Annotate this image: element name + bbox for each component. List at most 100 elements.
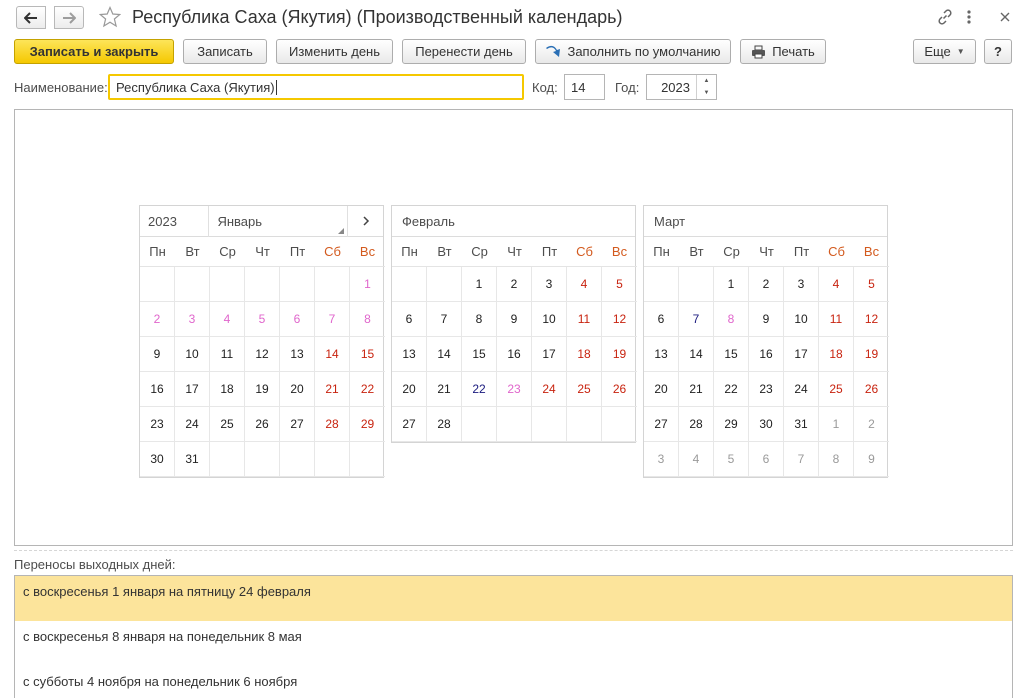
day-cell[interactable]: 30 — [749, 407, 784, 442]
year-selector[interactable]: 2023 — [140, 205, 210, 237]
day-cell[interactable]: 22 — [350, 372, 385, 407]
transfer-item[interactable]: с воскресенья 1 января на пятницу 24 фев… — [15, 576, 1012, 621]
star-icon[interactable] — [99, 6, 121, 28]
day-cell[interactable]: 19 — [602, 337, 637, 372]
day-cell[interactable]: 24 — [175, 407, 210, 442]
fill-default-button[interactable]: Заполнить по умолчанию — [535, 39, 731, 64]
day-cell[interactable]: 7 — [315, 302, 350, 337]
day-cell[interactable]: 15 — [350, 337, 385, 372]
transfer-item[interactable]: с субботы 4 ноября на понедельник 6 нояб… — [15, 666, 1012, 698]
day-cell[interactable]: 5 — [714, 442, 749, 477]
day-cell[interactable]: 18 — [210, 372, 245, 407]
month-selector[interactable]: Январь — [209, 205, 349, 237]
day-cell[interactable]: 8 — [462, 302, 497, 337]
day-cell[interactable]: 2 — [497, 267, 532, 302]
day-cell[interactable]: 24 — [784, 372, 819, 407]
day-cell[interactable]: 12 — [602, 302, 637, 337]
day-cell[interactable]: 14 — [427, 337, 462, 372]
link-icon[interactable] — [936, 8, 954, 26]
day-cell[interactable]: 22 — [714, 372, 749, 407]
day-cell[interactable]: 10 — [175, 337, 210, 372]
day-cell[interactable]: 24 — [532, 372, 567, 407]
day-cell[interactable]: 4 — [567, 267, 602, 302]
day-cell[interactable]: 28 — [679, 407, 714, 442]
day-cell[interactable]: 26 — [245, 407, 280, 442]
move-day-button[interactable]: Перенести день — [402, 39, 526, 64]
day-cell[interactable]: 25 — [210, 407, 245, 442]
day-cell[interactable]: 30 — [140, 442, 175, 477]
day-cell[interactable]: 2 — [854, 407, 889, 442]
day-cell[interactable]: 8 — [819, 442, 854, 477]
day-cell[interactable]: 16 — [749, 337, 784, 372]
day-cell[interactable]: 12 — [245, 337, 280, 372]
day-cell[interactable]: 15 — [714, 337, 749, 372]
change-day-button[interactable]: Изменить день — [276, 39, 393, 64]
day-cell[interactable]: 1 — [350, 267, 385, 302]
spin-down-icon[interactable]: ▼ — [704, 90, 710, 96]
next-month-button[interactable] — [348, 206, 383, 237]
day-cell[interactable]: 23 — [497, 372, 532, 407]
day-cell[interactable]: 6 — [749, 442, 784, 477]
day-cell[interactable]: 9 — [749, 302, 784, 337]
close-icon[interactable] — [996, 8, 1014, 26]
day-cell[interactable]: 20 — [644, 372, 679, 407]
name-field[interactable]: Республика Саха (Якутия) — [108, 74, 524, 100]
day-cell[interactable]: 7 — [679, 302, 714, 337]
day-cell[interactable]: 7 — [427, 302, 462, 337]
day-cell[interactable]: 14 — [679, 337, 714, 372]
day-cell[interactable]: 16 — [497, 337, 532, 372]
more-button[interactable]: Еще ▼ — [913, 39, 976, 64]
day-cell[interactable]: 3 — [175, 302, 210, 337]
back-button[interactable] — [16, 6, 46, 29]
day-cell[interactable]: 10 — [532, 302, 567, 337]
day-cell[interactable]: 27 — [280, 407, 315, 442]
day-cell[interactable]: 13 — [392, 337, 427, 372]
day-cell[interactable]: 31 — [784, 407, 819, 442]
day-cell[interactable]: 3 — [532, 267, 567, 302]
day-cell[interactable]: 23 — [749, 372, 784, 407]
day-cell[interactable]: 6 — [644, 302, 679, 337]
day-cell[interactable]: 9 — [140, 337, 175, 372]
day-cell[interactable]: 26 — [854, 372, 889, 407]
day-cell[interactable]: 28 — [315, 407, 350, 442]
day-cell[interactable]: 20 — [392, 372, 427, 407]
day-cell[interactable]: 9 — [497, 302, 532, 337]
day-cell[interactable]: 25 — [567, 372, 602, 407]
day-cell[interactable]: 17 — [532, 337, 567, 372]
day-cell[interactable]: 11 — [819, 302, 854, 337]
day-cell[interactable]: 29 — [350, 407, 385, 442]
day-cell[interactable]: 14 — [315, 337, 350, 372]
day-cell[interactable]: 21 — [427, 372, 462, 407]
year-field[interactable]: 2023 ▲ ▼ — [646, 74, 717, 100]
day-cell[interactable]: 11 — [567, 302, 602, 337]
day-cell[interactable]: 9 — [854, 442, 889, 477]
code-field[interactable]: 14 — [564, 74, 605, 100]
day-cell[interactable]: 1 — [714, 267, 749, 302]
transfer-item[interactable]: с воскресенья 8 января на понедельник 8 … — [15, 621, 1012, 666]
print-button[interactable]: Печать — [740, 39, 826, 64]
day-cell[interactable]: 28 — [427, 407, 462, 442]
forward-button[interactable] — [54, 6, 84, 29]
spin-up-icon[interactable]: ▲ — [704, 78, 710, 84]
day-cell[interactable]: 19 — [245, 372, 280, 407]
save-button[interactable]: Записать — [183, 39, 267, 64]
day-cell[interactable]: 21 — [679, 372, 714, 407]
day-cell[interactable]: 11 — [210, 337, 245, 372]
save-and-close-button[interactable]: Записать и закрыть — [14, 39, 174, 64]
day-cell[interactable]: 2 — [749, 267, 784, 302]
day-cell[interactable]: 17 — [175, 372, 210, 407]
day-cell[interactable]: 8 — [714, 302, 749, 337]
day-cell[interactable]: 7 — [784, 442, 819, 477]
day-cell[interactable]: 23 — [140, 407, 175, 442]
day-cell[interactable]: 3 — [644, 442, 679, 477]
day-cell[interactable]: 18 — [819, 337, 854, 372]
day-cell[interactable]: 5 — [602, 267, 637, 302]
day-cell[interactable]: 31 — [175, 442, 210, 477]
day-cell[interactable]: 12 — [854, 302, 889, 337]
day-cell[interactable]: 15 — [462, 337, 497, 372]
day-cell[interactable]: 10 — [784, 302, 819, 337]
day-cell[interactable]: 18 — [567, 337, 602, 372]
day-cell[interactable]: 22 — [462, 372, 497, 407]
day-cell[interactable]: 8 — [350, 302, 385, 337]
year-spinner[interactable]: ▲ ▼ — [696, 75, 716, 99]
